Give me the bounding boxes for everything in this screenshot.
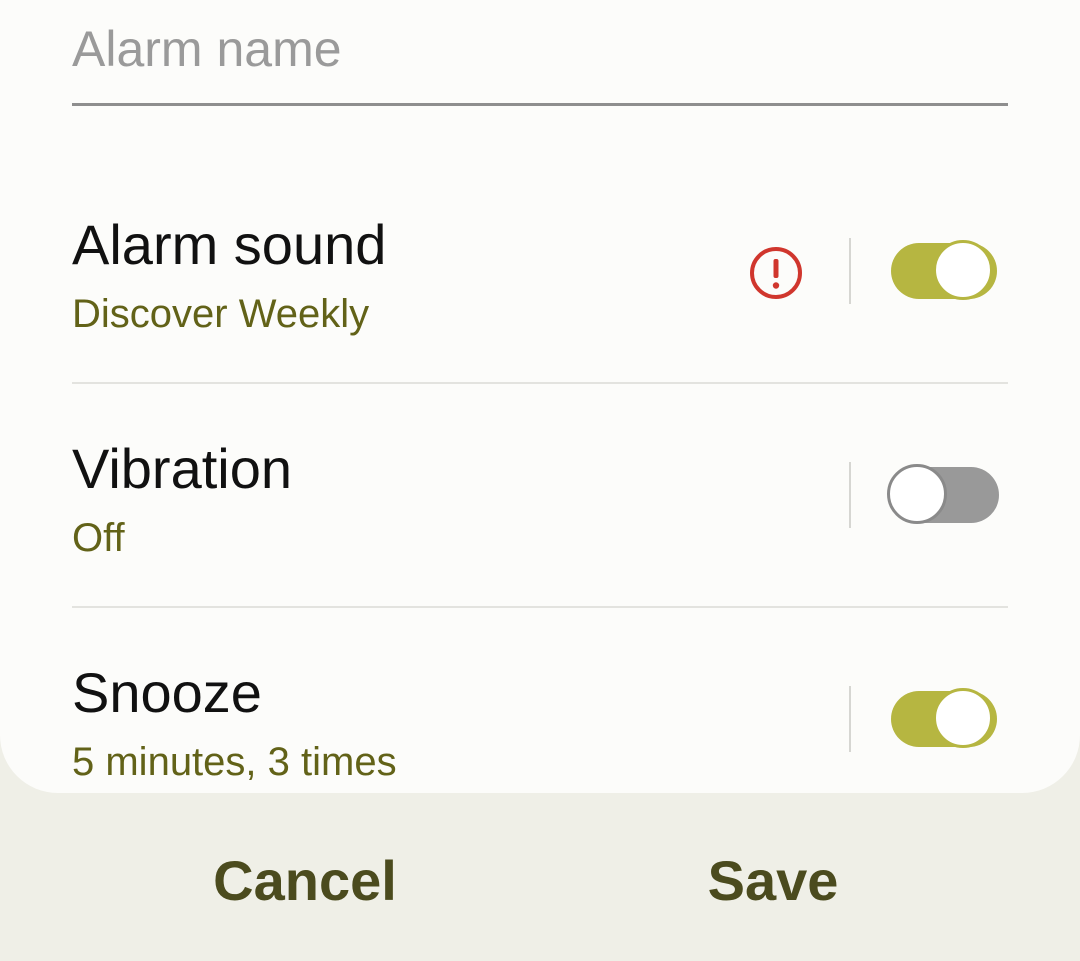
snooze-title: Snooze xyxy=(72,661,262,724)
alarm-settings-card: Alarm sound Discover Weekly Vibration Of… xyxy=(0,0,1080,793)
vibration-toggle[interactable] xyxy=(887,462,999,528)
save-button[interactable]: Save xyxy=(578,840,968,920)
vibration-title: Vibration xyxy=(72,437,293,500)
row-separator xyxy=(849,238,851,304)
cancel-button[interactable]: Cancel xyxy=(110,840,500,920)
snooze-row[interactable]: Snooze 5 minutes, 3 times xyxy=(72,608,1008,832)
alarm-sound-toggle[interactable] xyxy=(887,238,999,304)
snooze-value: 5 minutes, 3 times xyxy=(72,740,397,784)
vibration-row[interactable]: Vibration Off xyxy=(72,384,1008,608)
snooze-toggle[interactable] xyxy=(887,686,999,752)
alarm-name-field[interactable] xyxy=(72,0,1008,106)
row-separator xyxy=(849,462,851,528)
alarm-name-input[interactable] xyxy=(72,14,1008,84)
alarm-sound-row[interactable]: Alarm sound Discover Weekly xyxy=(72,160,1008,384)
alarm-sound-value: Discover Weekly xyxy=(72,292,370,336)
exclamation-circle-icon[interactable] xyxy=(749,246,803,300)
vibration-value: Off xyxy=(72,516,125,560)
row-separator xyxy=(849,686,851,752)
alarm-sound-title: Alarm sound xyxy=(72,213,387,276)
